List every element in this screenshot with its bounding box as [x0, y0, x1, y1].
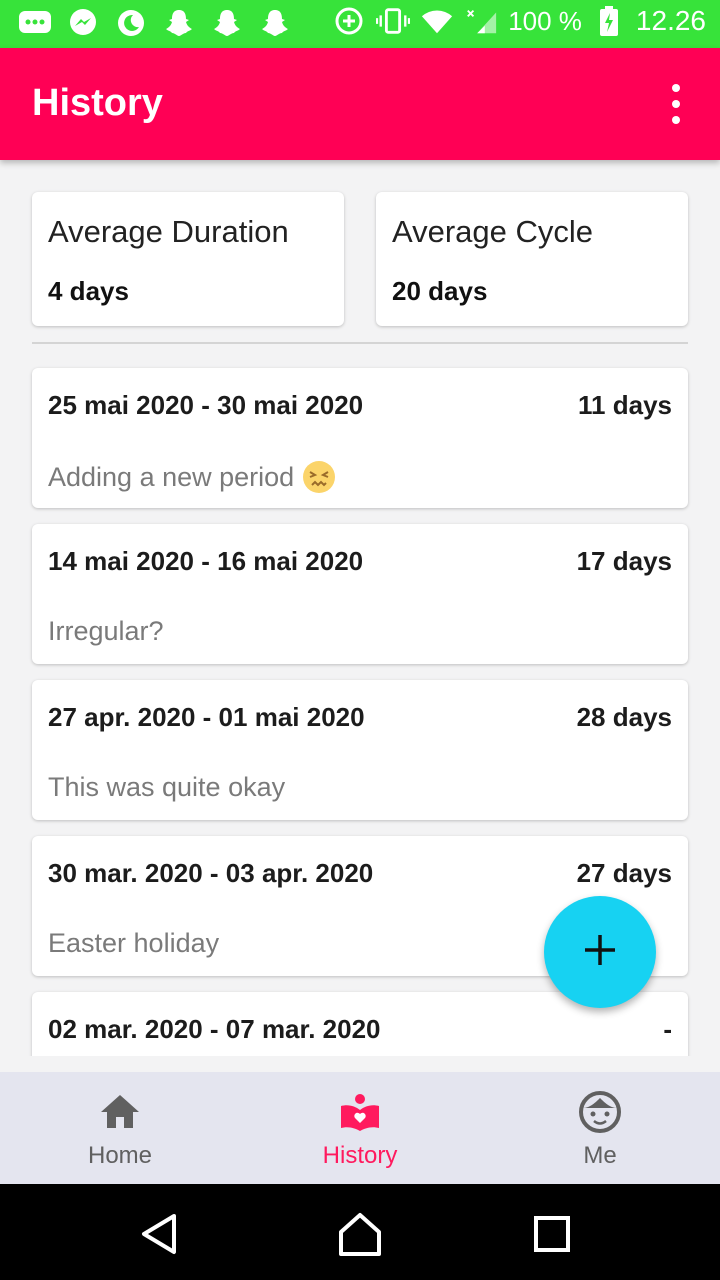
cycle-length: 17 days	[576, 546, 672, 576]
snapchat-icon	[162, 6, 196, 40]
signal-icon	[464, 4, 498, 38]
battery-percent: 100 %	[508, 5, 582, 36]
average-duration-label: Average Duration	[48, 214, 289, 249]
snapchat-icon	[258, 6, 292, 40]
divider	[32, 342, 688, 344]
average-cycle-card: Average Cycle 20 days	[376, 192, 688, 326]
clock: 12.26	[635, 5, 706, 36]
battery-icon	[592, 4, 626, 38]
sms-icon	[18, 6, 52, 40]
nav-item-me[interactable]: Me	[480, 1072, 720, 1184]
cycle-length: 28 days	[576, 702, 672, 732]
vibrate-icon	[376, 4, 411, 38]
cycle-length: 27 days	[576, 858, 672, 888]
average-cycle-value: 20 days	[392, 276, 488, 306]
nav-item-history[interactable]: History	[240, 1072, 480, 1184]
status-bar: 100 % 12.26	[0, 0, 720, 48]
home-button-icon[interactable]	[336, 1210, 384, 1258]
period-entry[interactable]: 25 mai 2020 - 30 mai 2020 11 days Adding…	[32, 368, 688, 508]
home-icon	[98, 1090, 142, 1134]
plus-icon	[583, 933, 617, 972]
cycle-length: 11 days	[578, 390, 672, 420]
overflow-dot	[672, 84, 680, 92]
nav-label: Me	[583, 1142, 617, 1169]
recents-icon[interactable]	[528, 1210, 576, 1258]
overflow-dot	[672, 100, 680, 108]
snapchat-icon	[210, 6, 244, 40]
more-vert-icon[interactable]	[660, 84, 692, 124]
book-heart-icon	[338, 1090, 382, 1134]
average-cycle-label: Average Cycle	[392, 214, 594, 249]
back-icon[interactable]	[136, 1210, 184, 1258]
messenger-icon	[66, 6, 100, 40]
confounded-face-emoji	[302, 460, 336, 494]
data-saver-icon	[332, 4, 366, 38]
period-dates: 30 mar. 2020 - 03 apr. 2020	[48, 858, 374, 888]
period-note-row: Adding a new period	[48, 460, 336, 494]
moon-icon	[114, 6, 148, 40]
overflow-dot	[672, 116, 680, 124]
period-dates: 25 mai 2020 - 30 mai 2020	[48, 390, 364, 420]
period-note: Adding a new period	[48, 461, 295, 492]
average-duration-card: Average Duration 4 days	[32, 192, 344, 326]
system-navigation-bar	[0, 1184, 720, 1280]
nav-label: History	[322, 1142, 398, 1169]
bottom-navigation: Home History Me	[0, 1072, 720, 1184]
add-period-button[interactable]	[544, 896, 656, 1008]
app-bar: History	[0, 48, 720, 160]
page-title: History	[32, 82, 163, 124]
period-entry[interactable]: 14 mai 2020 - 16 mai 2020 17 days Irregu…	[32, 524, 688, 664]
cycle-length: -	[663, 1014, 672, 1044]
period-dates: 02 mar. 2020 - 07 mar. 2020	[48, 1014, 381, 1044]
system-status: 100 % 12.26	[332, 4, 706, 38]
nav-label: Home	[87, 1142, 153, 1169]
period-note: Irregular?	[48, 616, 164, 646]
period-dates: 14 mai 2020 - 16 mai 2020	[48, 546, 364, 576]
wifi-icon	[420, 4, 454, 38]
period-entry[interactable]: 27 apr. 2020 - 01 mai 2020 28 days This …	[32, 680, 688, 820]
nav-item-home[interactable]: Home	[0, 1072, 240, 1184]
notification-icons	[18, 6, 292, 40]
period-note: Easter holiday	[48, 928, 220, 958]
period-dates: 27 apr. 2020 - 01 mai 2020	[48, 702, 365, 732]
average-duration-value: 4 days	[48, 276, 129, 306]
period-note: This was quite okay	[48, 772, 286, 802]
face-icon	[578, 1090, 622, 1134]
